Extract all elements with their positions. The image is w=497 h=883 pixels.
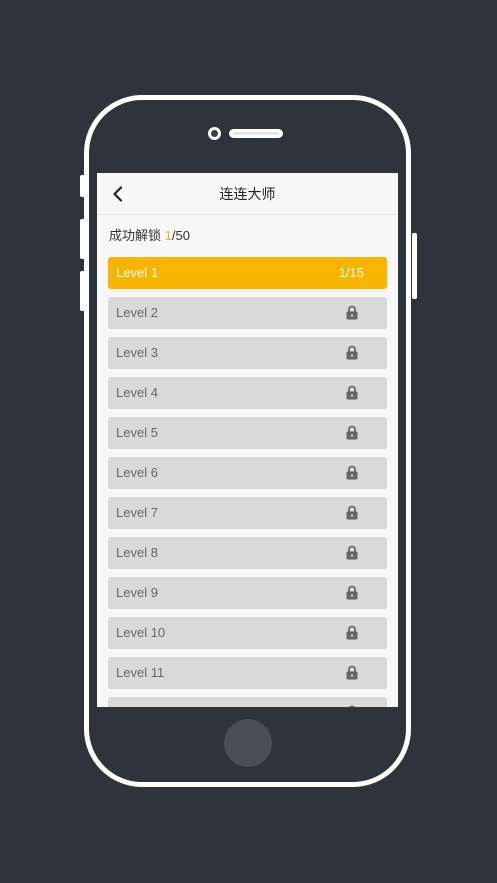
lock-icon <box>346 345 358 360</box>
level-name: Level 9 <box>116 585 158 600</box>
level-progress: 1/15 <box>338 265 364 280</box>
level-name: Level 7 <box>116 505 158 520</box>
lock-icon <box>346 585 358 600</box>
level-item-3[interactable]: Level 3 <box>108 337 387 369</box>
lock-icon <box>346 305 358 320</box>
power-button <box>412 233 417 299</box>
level-item-8[interactable]: Level 8 <box>108 537 387 569</box>
lock-icon <box>346 385 358 400</box>
navigation-bar: 连连大师 <box>97 173 398 215</box>
level-name: Level 1 <box>116 265 158 280</box>
level-name: Level 11 <box>116 665 165 680</box>
lock-icon <box>346 625 358 640</box>
level-name: Level 2 <box>116 305 158 320</box>
level-item-10[interactable]: Level 10 <box>108 617 387 649</box>
level-name: Level 5 <box>116 425 158 440</box>
level-name: Level 4 <box>116 385 158 400</box>
chevron-left-icon[interactable] <box>111 186 125 202</box>
lock-icon <box>346 665 358 680</box>
level-item-7[interactable]: Level 7 <box>108 497 387 529</box>
volume-down-button <box>80 271 85 311</box>
unlock-summary: 成功解锁 1/50 <box>109 225 190 244</box>
level-item-1[interactable]: Level 1 1/15 <box>108 257 387 289</box>
lock-icon <box>346 425 358 440</box>
level-name: Level 12 <box>116 697 165 707</box>
total-count: 50 <box>175 228 190 243</box>
level-name: Level 8 <box>116 545 158 560</box>
level-list: Level 1 1/15 Level 2 Level 3 Level 4 Lev… <box>108 257 387 707</box>
level-name: Level 6 <box>116 465 158 480</box>
lock-icon <box>346 465 358 480</box>
unlock-summary-label: 成功解锁 <box>109 228 165 243</box>
level-item-11[interactable]: Level 11 <box>108 657 387 689</box>
level-item-4[interactable]: Level 4 <box>108 377 387 409</box>
front-camera <box>208 127 221 140</box>
level-name: Level 3 <box>116 345 158 360</box>
level-item-5[interactable]: Level 5 <box>108 417 387 449</box>
level-name: Level 10 <box>116 625 166 640</box>
level-item-2[interactable]: Level 2 <box>108 297 387 329</box>
page-title: 连连大师 <box>219 186 276 202</box>
volume-up-button <box>80 219 85 259</box>
level-item-9[interactable]: Level 9 <box>108 577 387 609</box>
app-screen: 连连大师 成功解锁 1/50 Level 1 1/15 Level 2 Leve… <box>97 173 398 707</box>
home-button[interactable] <box>224 719 272 767</box>
lock-icon <box>349 705 355 707</box>
lock-icon <box>346 505 358 520</box>
lock-icon <box>346 545 358 560</box>
level-item-12[interactable]: Level 12 <box>108 697 387 707</box>
earpiece-speaker <box>229 129 283 138</box>
mute-switch <box>80 175 85 197</box>
level-item-6[interactable]: Level 6 <box>108 457 387 489</box>
unlocked-count: 1 <box>164 228 172 243</box>
